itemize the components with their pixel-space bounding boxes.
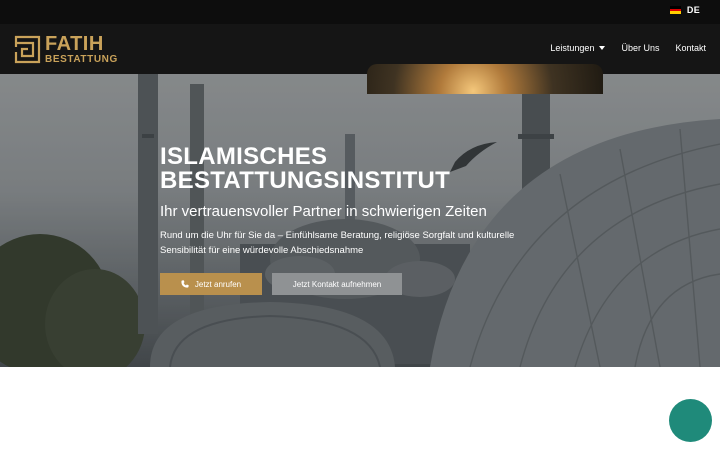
call-now-label: Jetzt anrufen xyxy=(194,279,242,289)
site-header: FATIH BESTATTUNG Leistungen Über Uns Kon… xyxy=(0,24,720,74)
contact-now-button[interactable]: Jetzt Kontakt aufnehmen xyxy=(272,273,402,295)
logo-subtitle: BESTATTUNG xyxy=(45,54,118,65)
logo[interactable]: FATIH BESTATTUNG xyxy=(14,34,118,65)
nav-item-ueber-uns[interactable]: Über Uns xyxy=(621,43,659,53)
nav-item-label: Über Uns xyxy=(621,43,660,53)
hero-section: ISLAMISCHES BESTATTUNGSINSTITUT Ihr vert… xyxy=(0,74,720,367)
nav-item-label: Kontakt xyxy=(675,43,706,53)
hero-title-line-2: BESTATTUNGSINSTITUT xyxy=(160,167,451,194)
nav-item-kontakt[interactable]: Kontakt xyxy=(675,43,706,53)
top-bar: DE xyxy=(0,0,720,24)
content-section xyxy=(0,367,720,450)
chat-bubble-icon[interactable] xyxy=(669,399,712,442)
contact-now-label: Jetzt Kontakt aufnehmen xyxy=(292,279,382,289)
hero-title-line-1: ISLAMISCHES xyxy=(160,143,328,170)
hero-title: ISLAMISCHES BESTATTUNGSINSTITUT xyxy=(160,145,580,193)
nav-item-label: Leistungen xyxy=(550,43,595,53)
hero-buttons: Jetzt anrufen Jetzt Kontakt aufnehmen xyxy=(160,273,402,295)
main-nav: Leistungen Über Uns Kontakt xyxy=(550,43,706,53)
section-image xyxy=(367,64,603,94)
germany-flag-icon xyxy=(669,6,681,15)
call-now-button[interactable]: Jetzt anrufen xyxy=(160,273,262,295)
language-label: DE xyxy=(686,5,700,15)
hero-content: ISLAMISCHES BESTATTUNGSINSTITUT Ihr vert… xyxy=(160,145,580,258)
caret-down-icon xyxy=(599,46,606,50)
hero-description: Rund um die Uhr für Sie da – Einfühlsame… xyxy=(160,230,515,256)
language-switcher[interactable]: DE xyxy=(669,5,700,15)
hero-subtitle: Ihr vertrauensvoller Partner in schwieri… xyxy=(160,203,487,220)
logo-name: FATIH xyxy=(45,33,104,55)
phone-icon xyxy=(181,280,189,288)
nav-item-leistungen[interactable]: Leistungen xyxy=(550,43,606,53)
logo-mark-icon xyxy=(14,35,41,64)
